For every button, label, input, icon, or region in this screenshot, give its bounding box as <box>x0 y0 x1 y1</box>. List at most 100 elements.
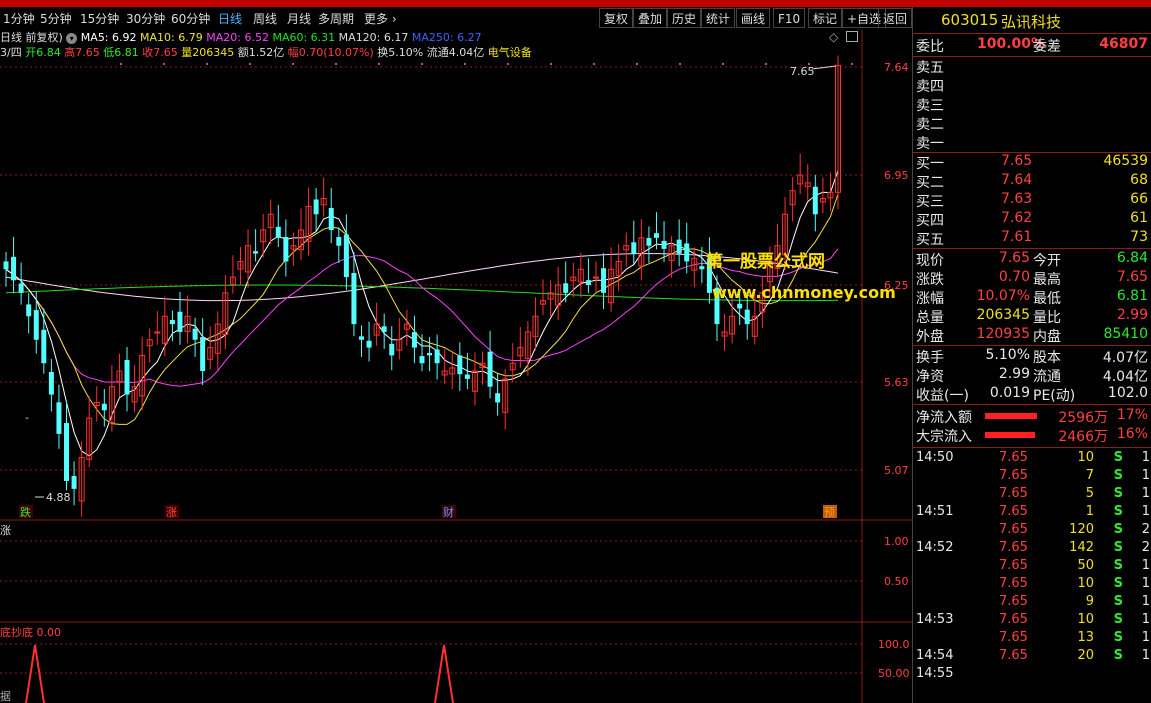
order-ratio-row: 委比 100.00% 委差 46807 <box>913 36 1151 55</box>
period-8[interactable]: 多周期 <box>318 10 354 27</box>
tick-price: 7.65 <box>999 558 1028 573</box>
tick-count: 1 <box>1141 450 1150 465</box>
buy-level-price: 7.62 <box>1001 210 1033 226</box>
tool-6[interactable]: 标记 <box>808 8 843 28</box>
stat-value: 5.10% <box>985 347 1030 363</box>
candle-body <box>18 283 24 293</box>
candle-body <box>41 329 47 364</box>
tool-8[interactable]: 返回 <box>878 8 913 28</box>
stat-label: 换手 <box>916 350 944 366</box>
stat-value: 4.04亿 <box>1102 369 1148 385</box>
flow-row: 大宗流入 2466万 16% <box>913 426 1151 445</box>
sell-level-label: 卖一 <box>916 136 944 152</box>
top-dot <box>249 63 251 65</box>
event-marker: 涨 <box>166 506 177 519</box>
top-dot <box>163 63 165 65</box>
signal-spike <box>25 644 45 703</box>
buy-level-row: 买二 7.64 68 <box>913 172 1151 191</box>
tick-price: 7.65 <box>999 648 1028 663</box>
watermark-title: 第一股票公式网 <box>706 252 825 272</box>
sub1-axis-label: 0.50 <box>884 575 909 588</box>
candle-body <box>101 403 107 411</box>
candle-body <box>585 280 591 285</box>
sell-level-label: 卖五 <box>916 60 944 76</box>
top-dot <box>292 63 294 65</box>
period-7[interactable]: 月线 <box>287 10 311 27</box>
tick-row: 7.65 7 S 1 <box>913 468 1151 486</box>
top-dot <box>765 63 767 65</box>
candle-body <box>328 207 334 230</box>
kline-chart[interactable]: 7.646.956.255.635.07 7.654.88跌涨财预- 涨1.00… <box>0 0 912 703</box>
tool-4[interactable]: 画线 <box>736 8 771 28</box>
top-dot <box>851 63 853 65</box>
sell-level-row: 卖四 <box>913 76 1151 95</box>
price-axis-label: 5.07 <box>884 464 909 477</box>
period-3[interactable]: 30分钟 <box>126 10 165 27</box>
candle-body <box>487 351 493 387</box>
tick-price: 7.65 <box>999 468 1028 483</box>
candle-body <box>283 237 289 262</box>
header-separator <box>913 33 1151 34</box>
tick-volume: 10 <box>1077 450 1094 465</box>
stock-code: 603015 <box>941 11 999 29</box>
candle-body <box>737 303 743 309</box>
tick-volume: 1 <box>1085 504 1094 519</box>
quote-label: 现价 <box>916 253 944 269</box>
period-1[interactable]: 5分钟 <box>40 10 72 27</box>
tick-price: 7.65 <box>999 540 1028 555</box>
quote-panel: 603015 弘讯科技 委比 100.00% 委差 46807 卖五 卖四 卖三 卖二 卖一 买一 7.… <box>912 7 1151 703</box>
buy-separator <box>913 248 1151 249</box>
top-dot <box>722 63 724 65</box>
tool-2[interactable]: 历史 <box>667 8 702 28</box>
stats-separator <box>913 404 1151 405</box>
tick-row: 7.65 10 S 1 <box>913 576 1151 594</box>
signal-spike <box>434 644 454 703</box>
sub2-axis-label: 100.0 <box>878 638 910 651</box>
tick-price: 7.65 <box>999 522 1028 537</box>
candle-body <box>366 340 372 348</box>
top-dot <box>507 63 509 65</box>
buy-level-volume: 66 <box>1130 191 1148 207</box>
tick-volume: 10 <box>1077 612 1094 627</box>
tick-side: S <box>1113 468 1123 483</box>
tick-count: 1 <box>1141 648 1150 663</box>
tick-volume: 50 <box>1077 558 1094 573</box>
candle-body <box>457 355 463 375</box>
tick-count: 2 <box>1141 522 1150 537</box>
tick-count: 1 <box>1141 468 1150 483</box>
period-9[interactable]: 更多 › <box>364 10 397 27</box>
tick-volume: 7 <box>1085 468 1094 483</box>
candle-body <box>381 326 387 332</box>
period-5[interactable]: 日线 <box>218 10 242 27</box>
top-dot <box>378 63 380 65</box>
tick-volume: 142 <box>1069 540 1094 555</box>
period-4[interactable]: 60分钟 <box>171 10 210 27</box>
quote-value: 2.99 <box>1116 307 1148 323</box>
tool-5[interactable]: F10 <box>773 8 806 28</box>
flow-separator <box>913 447 1151 448</box>
event-marker: 跌 <box>20 505 31 519</box>
tool-3[interactable]: 统计 <box>701 8 736 28</box>
tick-count: 1 <box>1141 486 1150 501</box>
period-6[interactable]: 周线 <box>253 10 277 27</box>
period-0[interactable]: 1分钟 <box>3 10 35 27</box>
ma10-line <box>5 193 839 425</box>
stat-value: 102.0 <box>1107 385 1148 401</box>
candle-body <box>313 199 319 215</box>
flow-label: 大宗流入 <box>916 429 972 445</box>
tick-price: 7.65 <box>999 450 1028 465</box>
ma-lines <box>5 170 839 457</box>
top-dot <box>421 63 423 65</box>
tool-0[interactable]: 复权 <box>599 8 634 28</box>
quote-row: 现价 7.65 今开 6.84 <box>913 250 1151 269</box>
stat-row: 净资 2.99 流通 4.04亿 <box>913 366 1151 385</box>
tick-side: S <box>1113 522 1123 537</box>
price-axis: 7.646.956.255.635.07 <box>884 61 909 477</box>
candle-body <box>253 251 259 254</box>
candle-body <box>411 332 417 348</box>
tool-1[interactable]: 叠加 <box>633 8 668 28</box>
candle-body <box>3 261 9 270</box>
event-marker: 预 <box>824 506 835 519</box>
buy-level-volume: 61 <box>1130 210 1148 226</box>
period-2[interactable]: 15分钟 <box>80 10 119 27</box>
